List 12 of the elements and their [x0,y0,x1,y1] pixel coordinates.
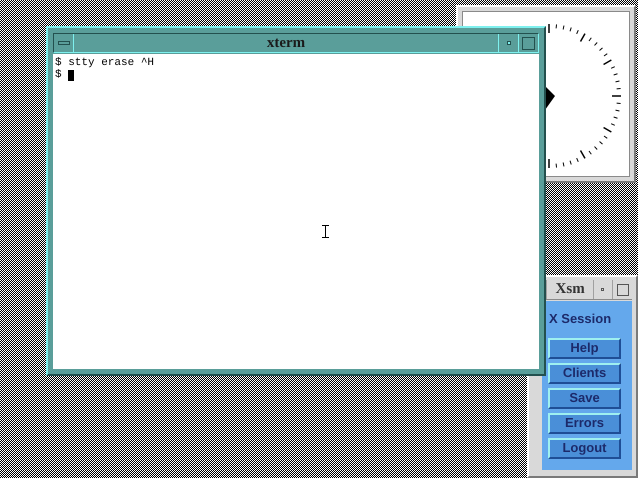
session-button[interactable]: Help [548,338,621,358]
session-heading: X Session [549,310,612,328]
session-button[interactable]: Save [548,388,621,408]
text-cursor-icon [322,225,329,238]
terminal-line: $ stty erase ^H [55,57,154,69]
session-button[interactable]: Logout [548,438,621,458]
session-button[interactable]: Errors [548,412,621,434]
maximize-button[interactable] [518,34,538,52]
session-button[interactable]: Clients [548,362,621,384]
terminal-line: $ [55,69,63,81]
window-title: xterm [266,34,306,52]
terminal-area[interactable]: $ stty erase ^H $ [53,54,539,369]
